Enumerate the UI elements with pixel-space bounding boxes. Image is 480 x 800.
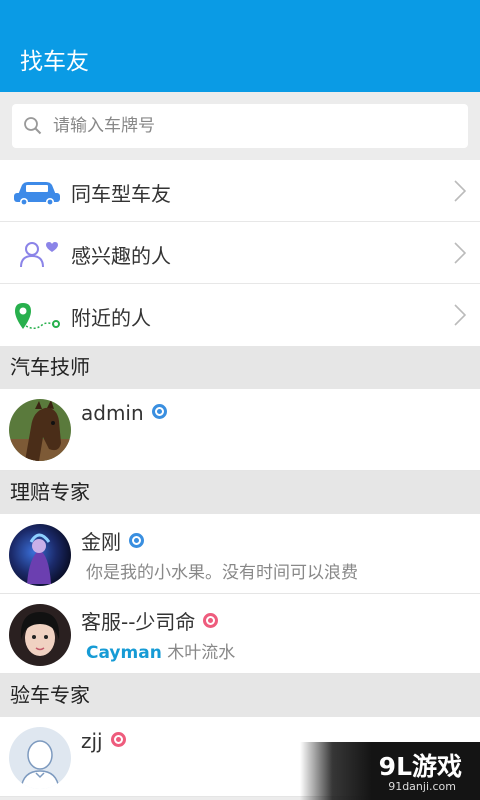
- menu-item-label: 感兴趣的人: [71, 244, 171, 268]
- chevron-right-icon: [454, 180, 466, 202]
- list-item-person[interactable]: admin: [0, 389, 480, 471]
- avatar: [9, 604, 71, 666]
- person-name: 客服--少司命: [81, 606, 219, 635]
- person-name: zjj: [81, 729, 126, 753]
- male-gender-icon: [129, 533, 144, 548]
- find-car-friends-screen: 找车友 同车型车友: [0, 0, 480, 800]
- chevron-right-icon: [454, 242, 466, 264]
- search-bar-container: [0, 92, 480, 160]
- list-item-person[interactable]: 金刚 你是我的小水果。没有时间可以浪费: [0, 514, 480, 594]
- watermark-url: 91danji.com: [388, 780, 456, 793]
- section-header-inspection-expert: 验车专家: [0, 674, 480, 717]
- menu-item-label: 同车型车友: [71, 182, 171, 206]
- list-item-person[interactable]: 客服--少司命 Cayman 木叶流水: [0, 594, 480, 674]
- chevron-right-icon: [454, 304, 466, 326]
- person-signature: Cayman 木叶流水: [86, 643, 236, 663]
- interested-person-icon: [20, 242, 58, 268]
- person-name: admin: [81, 401, 167, 425]
- person-signature: 你是我的小水果。没有时间可以浪费: [86, 563, 358, 583]
- person-name: 金刚: [81, 526, 144, 555]
- location-pin-icon: [15, 303, 60, 329]
- menu-item-interested-people[interactable]: 感兴趣的人: [0, 222, 480, 284]
- plate-number-search-input[interactable]: [53, 104, 453, 148]
- section-header-car-technician: 汽车技师: [0, 346, 480, 389]
- section-header-claims-expert: 理赔专家: [0, 471, 480, 514]
- menu-item-nearby-people[interactable]: 附近的人: [0, 284, 480, 346]
- search-box[interactable]: [12, 104, 468, 148]
- friend-category-menu: 同车型车友 感兴趣的人 附近的人: [0, 160, 480, 346]
- menu-item-same-car-model[interactable]: 同车型车友: [0, 160, 480, 222]
- menu-item-label: 附近的人: [71, 306, 151, 330]
- watermark: 9L游戏 91danji.com: [300, 742, 480, 800]
- male-gender-icon: [151, 404, 167, 419]
- female-gender-icon: [110, 732, 126, 747]
- avatar: [9, 727, 71, 789]
- avatar: [9, 399, 71, 461]
- page-title: 找车友: [20, 49, 89, 75]
- car-icon: [14, 182, 60, 206]
- app-header: 找车友: [0, 0, 480, 92]
- watermark-logo: 9L游戏: [378, 752, 462, 781]
- female-gender-icon: [203, 613, 219, 628]
- avatar: [9, 524, 71, 586]
- search-icon: [24, 117, 42, 135]
